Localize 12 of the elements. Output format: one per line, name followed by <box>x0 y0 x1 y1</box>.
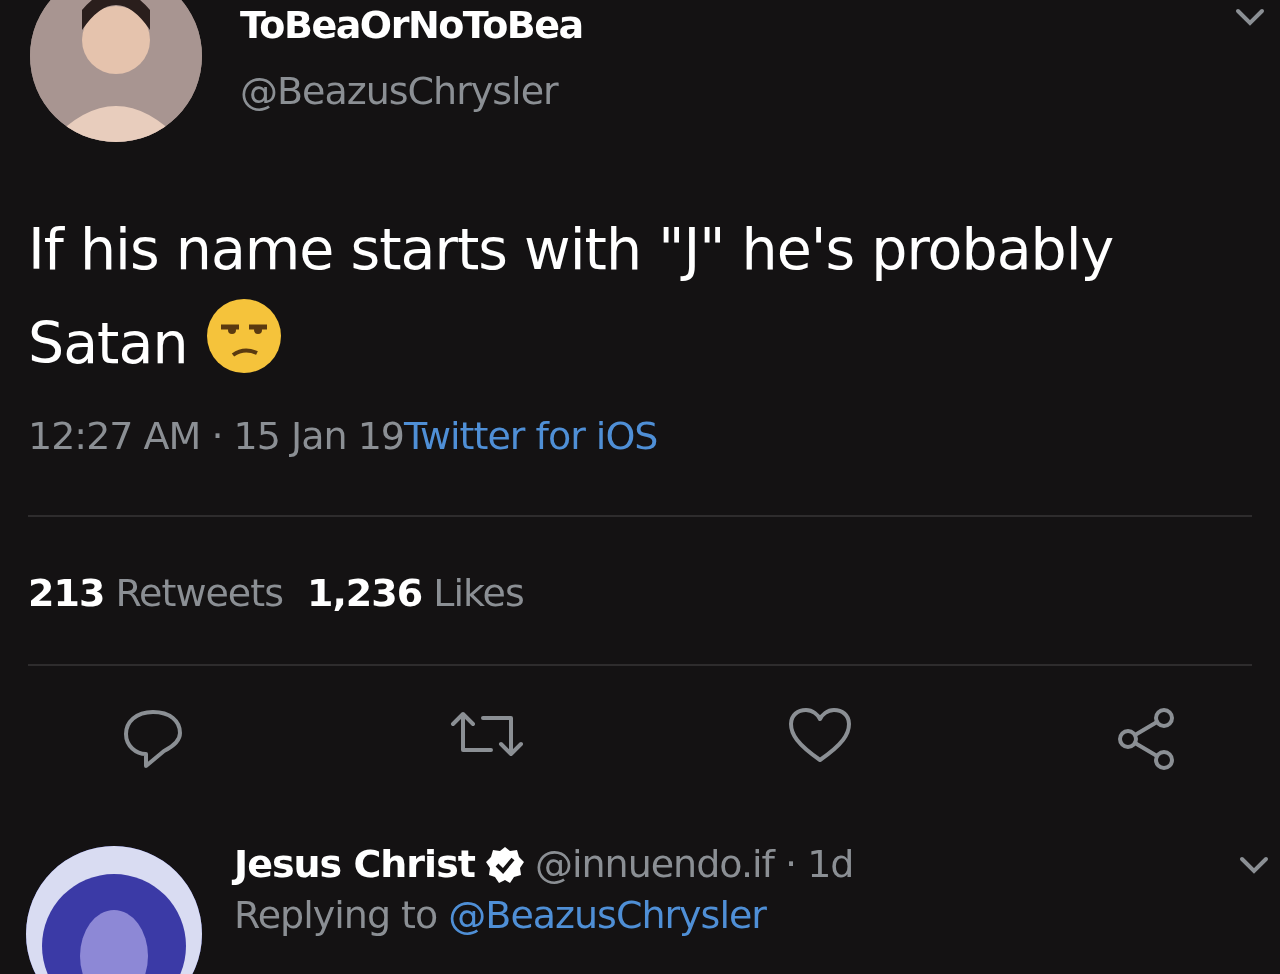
stat-count[interactable]: 1,236 Likes <box>306 565 524 622</box>
stat-count[interactable]: 213 Retweets <box>28 565 283 622</box>
user-name[interactable]: Jesus Christ <box>234 836 475 893</box>
unamused-face-icon <box>204 297 283 375</box>
replying-to-text: Replying to @BeazusChrysler <box>234 892 766 938</box>
tweet-timestamp: 12:27 AM · 15 Jan 19 <box>28 414 405 458</box>
user-name[interactable]: ToBeaOrNoToBea <box>240 0 583 50</box>
user-handle[interactable]: @BeazusChrysler <box>240 66 583 116</box>
user-handle[interactable]: @innuendo.if · 1d <box>534 836 854 893</box>
mention-link[interactable]: @BeazusChrysler <box>448 893 766 937</box>
source-link[interactable]: Twitter for iOS <box>404 414 658 458</box>
tweet-text: If his name starts with "J" he's probably Satan <box>27 215 1115 378</box>
